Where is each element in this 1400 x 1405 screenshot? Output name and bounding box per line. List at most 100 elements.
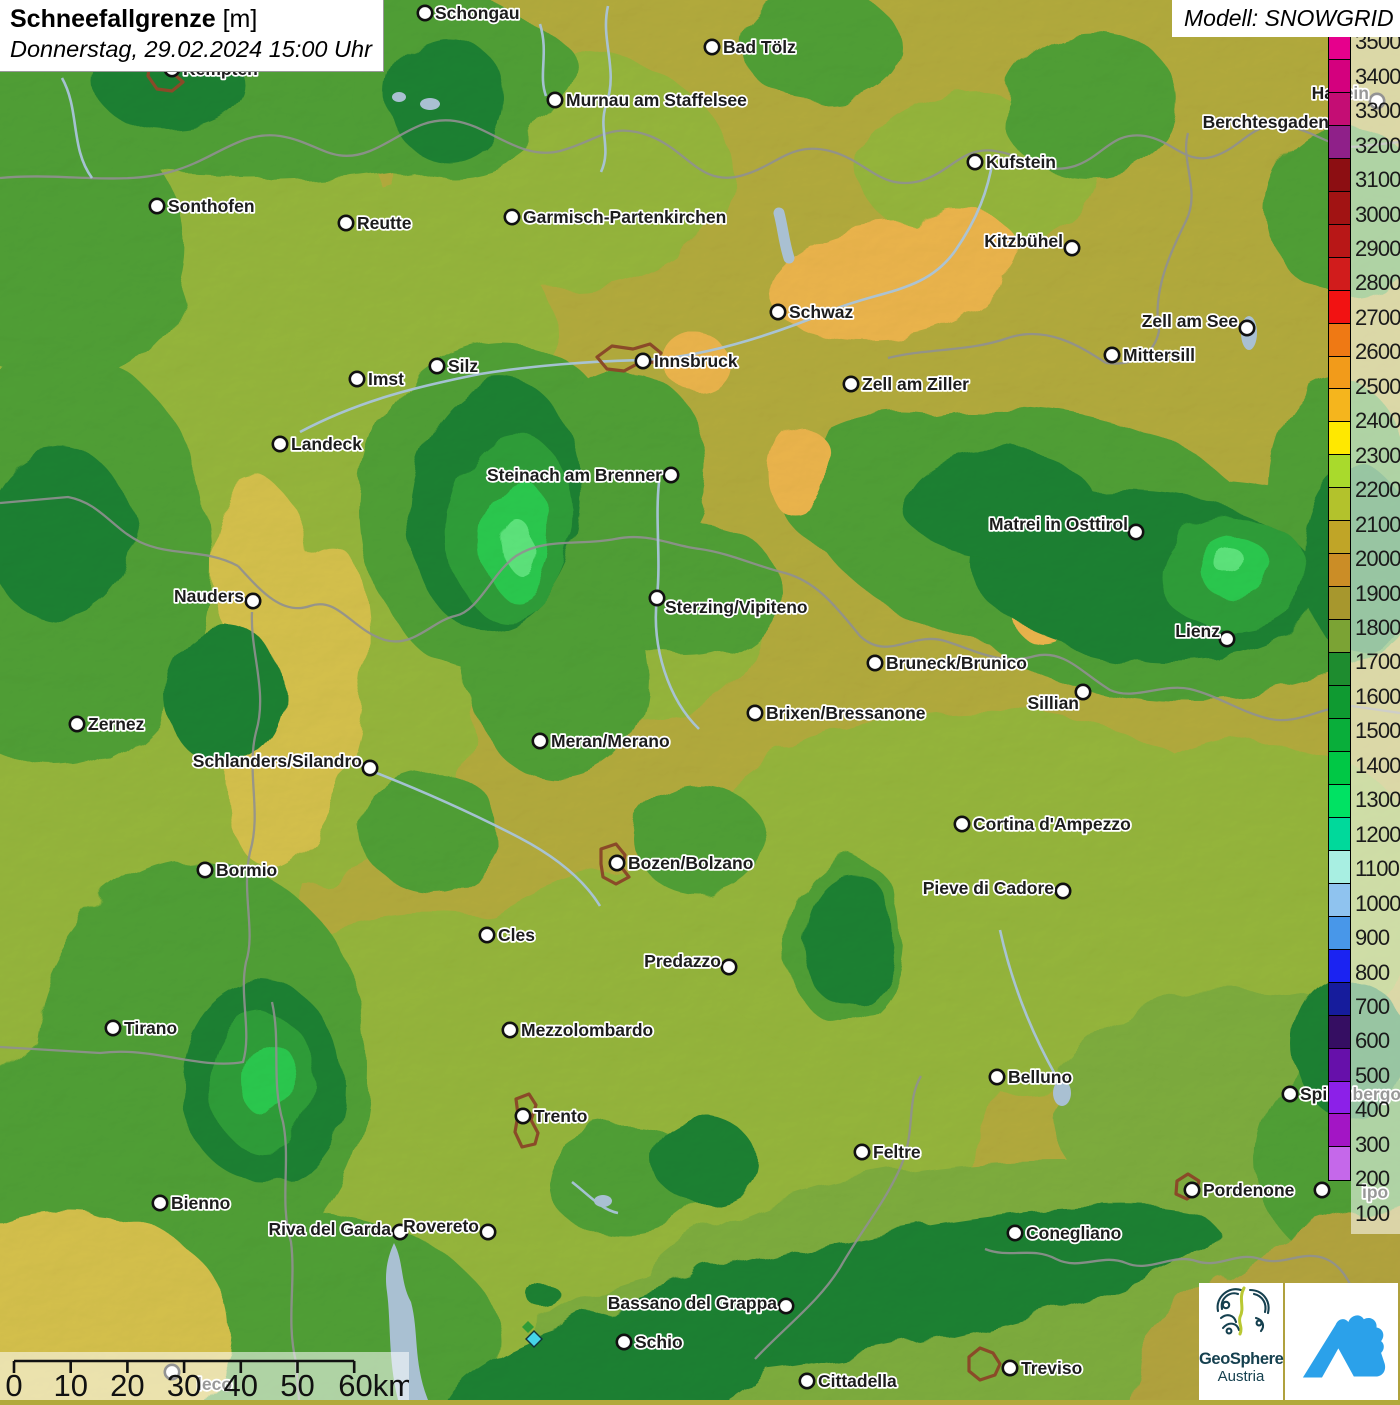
colorbar-segment: [1328, 388, 1351, 422]
city-dot: [106, 1021, 120, 1035]
city-label: Cles: [498, 925, 535, 945]
city-dot: [955, 817, 969, 831]
page-title: Schneefallgrenze [m]: [10, 5, 373, 34]
city-label: Bienno: [171, 1193, 230, 1213]
partner-logo: [1285, 1283, 1398, 1400]
colorbar-tick-label: 2800: [1355, 273, 1400, 295]
city-dot: [1065, 241, 1079, 255]
colorbar-tick-label: 2400: [1355, 410, 1400, 432]
colorbar-segment: [1328, 784, 1351, 818]
city-dot: [636, 354, 650, 368]
city-label: Trento: [534, 1106, 587, 1126]
colorbar-segment: [1328, 1015, 1351, 1049]
colorbar-tick-label: 2900: [1355, 238, 1400, 260]
city-label: Bormio: [216, 860, 277, 880]
city-label: Tirano: [124, 1018, 177, 1038]
city-dot: [722, 960, 736, 974]
city-dot: [1056, 884, 1070, 898]
colorbar-tick-label: 3000: [1355, 204, 1400, 226]
city-label: Riva del Garda: [268, 1219, 391, 1239]
city-label: Bruneck/Brunico: [886, 653, 1027, 673]
colorbar-tick-label: 100: [1355, 1203, 1389, 1225]
scale-tick-label: 20: [110, 1368, 144, 1400]
city-dot: [533, 734, 547, 748]
colorbar-tick-label: 1000: [1355, 893, 1400, 915]
colorbar-tick-label: 900: [1355, 927, 1389, 949]
scale-tick-label: 60km: [338, 1368, 409, 1400]
colorbar-tick-label: 2100: [1355, 514, 1400, 536]
city-label: Landeck: [291, 434, 362, 454]
city-dot: [418, 6, 432, 20]
colorbar-segment: [1328, 158, 1351, 192]
colorbar-segment: [1328, 982, 1351, 1016]
scale-tick-label: 40: [224, 1368, 258, 1400]
city-dot: [246, 594, 260, 608]
mountain-cloud-shape: [1302, 1315, 1384, 1377]
city-label: Imst: [368, 369, 404, 389]
city-dot: [363, 761, 377, 775]
model-box: Modell: SNOWGRID: [1172, 0, 1400, 37]
title-box: Schneefallgrenze [m] Donnerstag, 29.02.2…: [0, 0, 384, 72]
colorbar-tick-label: 3200: [1355, 135, 1400, 157]
city-label: Reutte: [357, 213, 412, 233]
colorbar-segment: [1328, 125, 1351, 159]
city-label: Rovereto: [403, 1216, 479, 1236]
city-dot: [1283, 1087, 1297, 1101]
colorbar-tick-label: 1200: [1355, 824, 1400, 846]
city-dot: [705, 40, 719, 54]
colorbar-tick-label: 1500: [1355, 720, 1400, 742]
colorbar-tick-label: 1300: [1355, 789, 1400, 811]
city-label: Silz: [448, 356, 478, 376]
city-dot: [779, 1299, 793, 1313]
colorbar-segment: [1328, 850, 1351, 884]
colorbar-segment: [1328, 1048, 1351, 1082]
city-label: Cortina d'Ampezzo: [973, 814, 1131, 834]
colorbar-tick-label: 800: [1355, 962, 1389, 984]
city-dot: [1220, 632, 1234, 646]
colorbar-tick-label: 3300: [1355, 100, 1400, 122]
colorbar-tick-label: 600: [1355, 1031, 1389, 1053]
colorbar-tick-label: 2500: [1355, 376, 1400, 398]
colorbar-segment: [1328, 487, 1351, 521]
city-label: Bad Tölz: [723, 37, 796, 57]
colorbar-segment: [1328, 1146, 1351, 1180]
colorbar-segment: [1328, 454, 1351, 488]
city-dot: [70, 717, 84, 731]
title-datetime: Donnerstag, 29.02.2024 15:00 Uhr: [10, 36, 373, 63]
city-dot: [505, 210, 519, 224]
colorbar-tick-label: 2300: [1355, 445, 1400, 467]
city-dot: [430, 359, 444, 373]
city-label: Conegliano: [1026, 1223, 1121, 1243]
colorbar-tick-label: 400: [1355, 1100, 1389, 1122]
city-label: Zernez: [88, 714, 145, 734]
scale-bar-graphic: 0102030405060km: [0, 1352, 409, 1400]
city-label: Mezzolombardo: [521, 1020, 653, 1040]
city-label: Brixen/Bressanone: [766, 703, 926, 723]
colorbar-segment: [1328, 257, 1351, 291]
city-dot: [1315, 1183, 1329, 1197]
model-label: Modell: SNOWGRID: [1184, 5, 1394, 32]
colorbar-segment: [1328, 817, 1351, 851]
colorbar-tick-label: 200: [1355, 1168, 1389, 1190]
colorbar-segment: [1328, 92, 1351, 126]
city-dot: [1240, 321, 1254, 335]
colorbar-segment: [1328, 751, 1351, 785]
colorbar-tick-label: 2200: [1355, 479, 1400, 501]
colorbar-segment: [1328, 553, 1351, 587]
city-label: Pordenone: [1203, 1180, 1295, 1200]
city-label: Belluno: [1008, 1067, 1072, 1087]
city-dot: [1008, 1226, 1022, 1240]
colorbar-tick-label: 3400: [1355, 66, 1400, 88]
colorbar-segment: [1328, 356, 1351, 390]
city-label: Sterzing/Vipiteno: [665, 597, 808, 617]
colorbar-segment: [1328, 1081, 1351, 1115]
city-dot: [480, 928, 494, 942]
city-dot: [610, 856, 624, 870]
city-dot: [273, 437, 287, 451]
geosphere-wordmark: GeoSphere: [1199, 1350, 1283, 1369]
geosphere-contours-icon: [1211, 1283, 1271, 1345]
colorbar-segment: [1328, 224, 1351, 258]
city-dot: [339, 216, 353, 230]
city-dot: [1185, 1183, 1199, 1197]
city-label: Kitzbühel: [984, 231, 1063, 251]
